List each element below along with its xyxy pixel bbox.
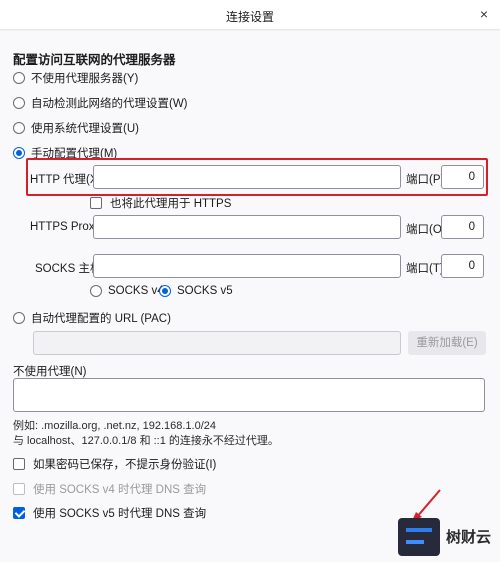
- radio-socks-v5[interactable]: SOCKS v5: [159, 285, 233, 297]
- watermark-logo: [398, 518, 440, 556]
- socks-v5-dns-checkbox-row[interactable]: 使用 SOCKS v5 时代理 DNS 查询: [13, 505, 206, 521]
- socks-v4-dns-checkbox-row[interactable]: 使用 SOCKS v4 时代理 DNS 查询: [13, 481, 206, 497]
- close-icon[interactable]: ×: [480, 6, 488, 22]
- no-auth-prompt-label: 如果密码已保存，不提示身份验证(I): [33, 459, 217, 471]
- socks-host-input[interactable]: [93, 254, 401, 278]
- radio-auto-detect[interactable]: 自动检测此网络的代理设置(W): [13, 95, 188, 111]
- watermark: 树财云: [396, 514, 500, 562]
- radio-button[interactable]: [13, 312, 25, 324]
- radio-socks-v4[interactable]: SOCKS v4: [90, 285, 164, 297]
- socks-v5-label: SOCKS v5: [177, 285, 233, 297]
- radio-button[interactable]: [13, 72, 25, 84]
- section-heading: 配置访问互联网的代理服务器: [13, 53, 176, 67]
- socks-v4-dns-label: 使用 SOCKS v4 时代理 DNS 查询: [33, 484, 207, 496]
- http-port-input[interactable]: 0: [441, 165, 484, 189]
- socks-host-label: SOCKS 主机: [35, 263, 102, 275]
- localhost-note: 与 localhost、127.0.0.1/8 和 ::1 的连接永不经过代理。: [13, 435, 279, 447]
- radio-button[interactable]: [13, 97, 25, 109]
- radio-button[interactable]: [13, 147, 25, 159]
- no-proxy-textarea[interactable]: [13, 378, 485, 412]
- https-port-label: 端口(O): [406, 224, 446, 236]
- https-proxy-input[interactable]: [93, 215, 401, 239]
- radio-system-proxy[interactable]: 使用系统代理设置(U): [13, 120, 139, 136]
- radio-auto-detect-label: 自动检测此网络的代理设置(W): [31, 98, 188, 110]
- radio-button[interactable]: [13, 122, 25, 134]
- window-title: 连接设置: [225, 10, 274, 24]
- pac-url-input[interactable]: [33, 331, 401, 355]
- checkbox[interactable]: [13, 507, 25, 519]
- radio-pac[interactable]: 自动代理配置的 URL (PAC): [13, 310, 171, 326]
- radio-system-proxy-label: 使用系统代理设置(U): [31, 123, 139, 135]
- socks-v5-dns-label: 使用 SOCKS v5 时代理 DNS 查询: [33, 508, 207, 520]
- checkbox[interactable]: [90, 197, 102, 209]
- radio-button[interactable]: [159, 285, 171, 297]
- reload-button[interactable]: 重新加载(E): [408, 331, 486, 355]
- http-proxy-label: HTTP 代理(X): [30, 174, 102, 186]
- http-port-label: 端口(P): [406, 174, 445, 186]
- title-bar: 连接设置 ×: [0, 0, 500, 30]
- watermark-text: 树财云: [446, 529, 492, 546]
- checkbox[interactable]: [13, 458, 25, 470]
- pac-label: 自动代理配置的 URL (PAC): [31, 313, 171, 325]
- no-auth-prompt-checkbox-row[interactable]: 如果密码已保存，不提示身份验证(I): [13, 456, 216, 472]
- socks-port-input[interactable]: 0: [441, 254, 484, 278]
- radio-button[interactable]: [90, 285, 102, 297]
- no-proxy-example: 例如: .mozilla.org, .net.nz, 192.168.1.0/2…: [13, 420, 217, 432]
- radio-no-proxy[interactable]: 不使用代理服务器(Y): [13, 70, 138, 86]
- https-proxy-label: HTTPS Proxy: [30, 221, 101, 233]
- checkbox[interactable]: [13, 483, 25, 495]
- https-port-input[interactable]: 0: [441, 215, 484, 239]
- socks-port-label: 端口(T): [406, 263, 444, 275]
- no-proxy-label: 不使用代理(N): [13, 366, 87, 378]
- also-https-label: 也将此代理用于 HTTPS: [110, 198, 232, 210]
- also-https-checkbox-row[interactable]: 也将此代理用于 HTTPS: [90, 195, 231, 211]
- http-proxy-input[interactable]: [93, 165, 401, 189]
- radio-no-proxy-label: 不使用代理服务器(Y): [31, 73, 139, 85]
- socks-v4-label: SOCKS v4: [108, 285, 164, 297]
